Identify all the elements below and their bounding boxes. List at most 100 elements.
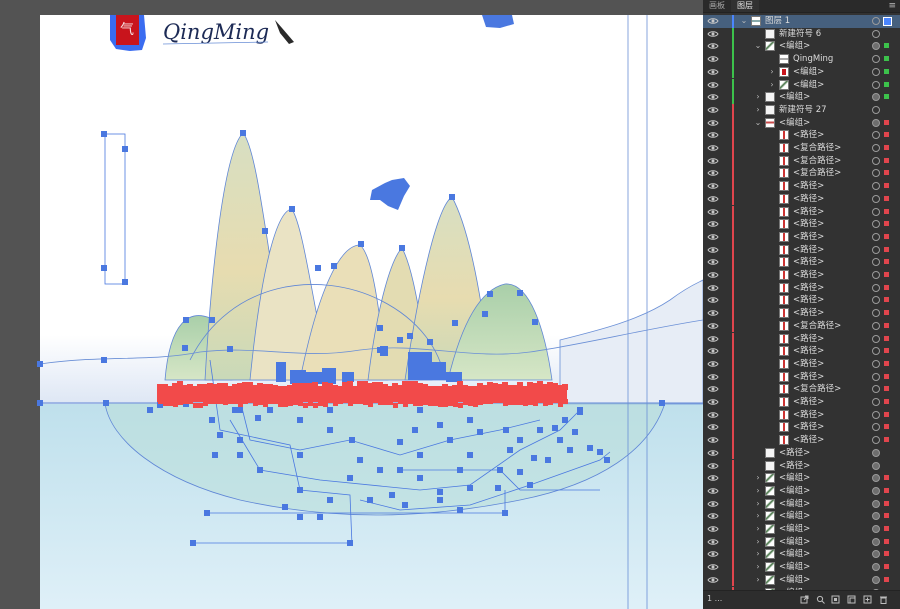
target-circle-icon[interactable] [872, 55, 880, 64]
selection-indicator[interactable] [884, 373, 889, 379]
chevron-right-icon[interactable]: › [768, 66, 776, 78]
target-circle-icon[interactable] [872, 194, 880, 203]
anchor-point[interactable] [183, 317, 189, 323]
target-circle-icon[interactable] [872, 245, 880, 254]
anchor-point[interactable] [567, 447, 573, 453]
chevron-right-icon[interactable]: › [754, 561, 762, 573]
artboard[interactable]: 气 QingMing [0, 0, 703, 609]
target-circle-icon[interactable] [872, 448, 880, 457]
layer-row[interactable]: <路径> [703, 459, 900, 473]
anchor-point[interactable] [182, 345, 188, 351]
visibility-eye-icon[interactable] [707, 447, 719, 459]
anchor-point[interactable] [204, 510, 210, 516]
target-circle-icon[interactable] [872, 182, 880, 191]
layer-row[interactable]: <复合路径> [703, 319, 900, 333]
layer-name[interactable]: <路径> [793, 193, 824, 206]
layer-row[interactable]: › <编组> [703, 548, 900, 562]
target-circle-icon[interactable] [872, 131, 880, 140]
layer-row[interactable]: <复合路径> [703, 383, 900, 396]
layer-row[interactable]: <路径> [703, 434, 900, 447]
layer-name[interactable]: <路径> [793, 231, 824, 244]
tab-artboards[interactable]: 画板 [703, 0, 731, 12]
anchor-point[interactable] [503, 427, 509, 433]
chevron-down-icon[interactable]: ⌄ [754, 117, 762, 129]
visibility-eye-icon[interactable] [707, 536, 719, 548]
layer-row[interactable]: <路径> [703, 192, 900, 206]
anchor-point[interactable] [317, 514, 323, 520]
visibility-eye-icon[interactable] [707, 282, 719, 294]
layer-row[interactable]: <路径> [703, 218, 900, 231]
target-circle-icon[interactable] [872, 423, 880, 432]
layer-name[interactable]: <路径> [793, 294, 824, 307]
layer-row[interactable]: <路径> [703, 205, 900, 219]
anchor-point[interactable] [327, 407, 333, 413]
delete-icon[interactable] [879, 595, 888, 604]
selection-indicator[interactable] [884, 360, 889, 366]
anchor-point[interactable] [397, 439, 403, 445]
layer-row[interactable]: <路径> [703, 256, 900, 269]
layer-name[interactable]: <编组> [779, 523, 810, 536]
target-circle-icon[interactable] [872, 410, 880, 419]
target-circle-icon[interactable] [872, 347, 880, 356]
target-circle-icon[interactable] [872, 105, 880, 114]
layer-row[interactable]: › <编组> [703, 484, 900, 498]
chevron-down-icon[interactable]: ⌄ [740, 15, 748, 27]
anchor-point[interactable] [452, 320, 458, 326]
layer-row[interactable]: › <编组> [703, 78, 900, 92]
layer-row[interactable]: › <编组> [703, 535, 900, 549]
anchor-point[interactable] [407, 333, 413, 339]
anchor-point[interactable] [577, 409, 583, 415]
anchor-point[interactable] [437, 422, 443, 428]
chevron-right-icon[interactable]: › [754, 574, 762, 586]
target-circle-icon[interactable] [872, 512, 880, 521]
anchor-point[interactable] [412, 427, 418, 433]
visibility-eye-icon[interactable] [707, 53, 719, 65]
visibility-eye-icon[interactable] [707, 396, 719, 408]
selection-indicator[interactable] [884, 551, 889, 557]
visibility-eye-icon[interactable] [707, 231, 719, 243]
anchor-point[interactable] [477, 429, 483, 435]
tab-layers[interactable]: 图层 [731, 0, 759, 12]
selection-indicator[interactable] [884, 170, 889, 176]
anchor-point[interactable] [397, 467, 403, 473]
anchor-point[interactable] [597, 449, 603, 455]
anchor-point[interactable] [297, 417, 303, 423]
target-circle-icon[interactable] [872, 67, 880, 76]
anchor-point[interactable] [487, 291, 493, 297]
visibility-eye-icon[interactable] [707, 129, 719, 141]
visibility-eye-icon[interactable] [707, 206, 719, 218]
anchor-point[interactable] [289, 206, 295, 212]
anchor-point[interactable] [227, 346, 233, 352]
visibility-eye-icon[interactable] [707, 218, 719, 230]
target-circle-icon[interactable] [872, 436, 880, 445]
chevron-right-icon[interactable]: › [754, 498, 762, 510]
anchor-point[interactable] [497, 467, 503, 473]
anchor-point[interactable] [327, 497, 333, 503]
anchor-point[interactable] [237, 407, 243, 413]
target-circle-icon[interactable] [872, 398, 880, 406]
layer-name[interactable]: <路径> [793, 129, 824, 142]
visibility-eye-icon[interactable] [707, 498, 719, 510]
layer-name[interactable]: <编组> [779, 510, 810, 523]
visibility-eye-icon[interactable] [707, 307, 719, 319]
anchor-point[interactable] [297, 452, 303, 458]
layer-name[interactable]: <路径> [793, 256, 824, 269]
target-circle-icon[interactable] [872, 461, 880, 470]
anchor-point[interactable] [437, 497, 443, 503]
anchor-point[interactable] [517, 469, 523, 475]
anchor-point[interactable] [331, 263, 337, 269]
layer-name[interactable]: <路径> [793, 180, 824, 193]
layer-name[interactable]: <编组> [779, 117, 810, 130]
visibility-eye-icon[interactable] [707, 371, 719, 383]
visibility-eye-icon[interactable] [707, 523, 719, 535]
chevron-right-icon[interactable]: › [768, 79, 776, 91]
anchor-point[interactable] [467, 452, 473, 458]
layer-name[interactable]: <路径> [793, 421, 824, 434]
layer-name[interactable]: <编组> [779, 40, 810, 53]
chevron-right-icon[interactable]: › [754, 510, 762, 522]
visibility-eye-icon[interactable] [707, 434, 719, 446]
target-circle-icon[interactable] [872, 169, 880, 178]
layer-row[interactable]: › <编组> [703, 65, 900, 79]
anchor-point[interactable] [447, 437, 453, 443]
anchor-point[interactable] [357, 457, 363, 463]
